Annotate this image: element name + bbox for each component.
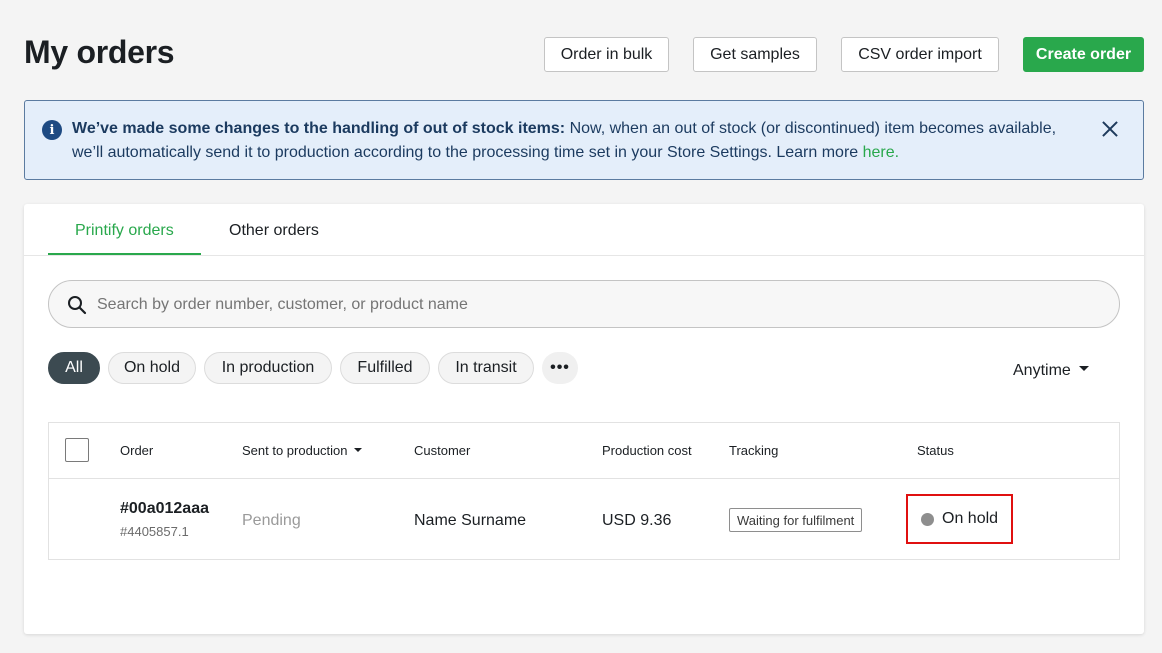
close-icon[interactable] <box>1099 118 1121 140</box>
search-input[interactable] <box>97 294 1097 316</box>
filter-chip-all[interactable]: All <box>48 352 100 384</box>
production-cost-value: USD 9.36 <box>602 512 672 529</box>
table-row[interactable]: #00a012aaa #4405857.1 Pending Name Surna… <box>49 480 1119 560</box>
chevron-down-icon <box>1078 366 1089 372</box>
banner-bold-text: We’ve made some changes to the handling … <box>72 120 566 137</box>
order-number[interactable]: #00a012aaa <box>120 500 209 518</box>
column-header-production-cost: Production cost <box>602 443 692 458</box>
more-filters-button[interactable]: ••• <box>542 352 578 384</box>
filter-chip-fulfilled[interactable]: Fulfilled <box>340 352 430 384</box>
order-in-bulk-button[interactable]: Order in bulk <box>544 37 669 72</box>
info-banner: i We’ve made some changes to the handlin… <box>24 100 1144 180</box>
select-all-checkbox[interactable] <box>65 438 89 462</box>
sent-to-production-label: Sent to production <box>242 443 348 458</box>
page-title: My orders <box>24 34 175 70</box>
table-header: Order Sent to production Customer Produc… <box>49 423 1119 479</box>
orders-table: Order Sent to production Customer Produc… <box>48 422 1120 560</box>
status-badge: On hold <box>942 510 999 527</box>
tab-printify-orders[interactable]: Printify orders <box>75 222 174 240</box>
banner-learn-more-link[interactable]: here. <box>863 144 899 161</box>
filter-chip-in-transit[interactable]: In transit <box>438 352 534 384</box>
search-bar <box>48 280 1120 328</box>
sort-down-icon <box>353 447 362 452</box>
tab-active-underline <box>48 253 201 255</box>
csv-order-import-button[interactable]: CSV order import <box>841 37 999 72</box>
status-dot-icon <box>921 513 934 526</box>
tabs: Printify orders Other orders <box>24 204 1144 256</box>
get-samples-button[interactable]: Get samples <box>693 37 817 72</box>
column-header-customer: Customer <box>414 443 471 458</box>
filter-chip-in-production[interactable]: In production <box>204 352 332 384</box>
column-header-order: Order <box>120 443 154 458</box>
customer-name: Name Surname <box>414 512 527 529</box>
sent-to-production-value: Pending <box>242 512 301 529</box>
column-header-tracking: Tracking <box>729 443 779 458</box>
date-filter-label: Anytime <box>1013 362 1071 379</box>
date-filter-dropdown[interactable]: Anytime <box>1013 362 1089 380</box>
tab-other-orders[interactable]: Other orders <box>229 222 319 240</box>
tracking-badge: Waiting for fulfilment <box>729 508 863 532</box>
banner-message: We’ve made some changes to the handling … <box>72 117 1082 165</box>
order-id: #4405857.1 <box>120 524 189 539</box>
status-highlight-box: On hold <box>906 494 1013 544</box>
search-icon <box>68 296 87 315</box>
create-order-button[interactable]: Create order <box>1023 37 1144 72</box>
column-header-sent-to-production[interactable]: Sent to production <box>242 443 362 458</box>
filter-chip-on-hold[interactable]: On hold <box>108 352 196 384</box>
info-icon: i <box>42 120 62 140</box>
orders-card: Printify orders Other orders All On hold… <box>24 204 1144 634</box>
column-header-status: Status <box>917 443 954 458</box>
